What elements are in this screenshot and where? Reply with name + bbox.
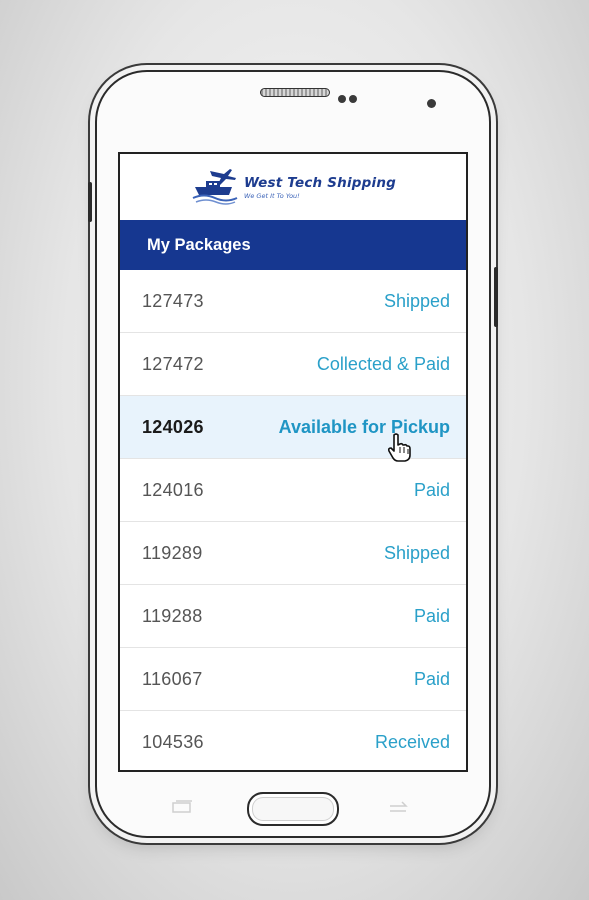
package-list: 127473 Shipped 127472 Collected & Paid 1…	[120, 270, 466, 770]
package-id: 119288	[142, 605, 203, 626]
package-row[interactable]: 127473 Shipped	[120, 270, 466, 333]
package-id: 124026	[142, 416, 204, 437]
package-status: Received	[374, 731, 450, 752]
page-title: My Packages	[147, 235, 251, 254]
package-status: Collected & Paid	[316, 353, 450, 374]
front-sensor	[349, 95, 357, 103]
package-id: 104536	[142, 731, 204, 752]
package-id: 127473	[142, 290, 204, 311]
package-row-selected[interactable]: 124026 Available for Pickup	[120, 396, 466, 462]
package-id: 119289	[142, 542, 203, 563]
package-row[interactable]: 104536 Received	[120, 711, 466, 770]
brand-text: West Tech Shipping We Get It To You!	[244, 175, 396, 200]
package-status: Shipped	[383, 542, 450, 563]
home-button[interactable]	[247, 792, 339, 826]
ship-and-airplane-logo-icon	[192, 169, 238, 205]
package-status: Paid	[413, 479, 450, 500]
brand-tagline: We Get It To You!	[243, 191, 300, 200]
package-row[interactable]: 127472 Collected & Paid	[120, 333, 466, 396]
package-status: Shipped	[383, 290, 450, 311]
logo-bar: West Tech Shipping We Get It To You!	[120, 154, 466, 220]
volume-key	[88, 182, 92, 222]
brand-name: West Tech Shipping	[243, 174, 397, 191]
earpiece-speaker	[260, 88, 330, 97]
package-row[interactable]: 124016 Paid	[120, 459, 466, 522]
package-id: 124016	[142, 479, 204, 500]
package-status: Paid	[413, 668, 450, 689]
front-sensor	[338, 95, 346, 103]
recent-apps-icon[interactable]	[171, 800, 193, 814]
back-icon[interactable]	[387, 800, 409, 814]
phone-screen: West Tech Shipping We Get It To You! My …	[118, 152, 468, 772]
phone-device: West Tech Shipping We Get It To You! My …	[88, 70, 498, 838]
package-row[interactable]: 119288 Paid	[120, 585, 466, 648]
package-id: 127472	[142, 353, 204, 374]
package-id: 116067	[142, 668, 203, 689]
package-status: Available for Pickup	[278, 416, 450, 437]
package-row[interactable]: 119289 Shipped	[120, 522, 466, 585]
package-row[interactable]: 116067 Paid	[120, 648, 466, 711]
page-header: My Packages	[120, 220, 466, 270]
power-key	[494, 267, 498, 327]
front-camera	[427, 99, 436, 108]
package-status: Paid	[413, 605, 450, 626]
